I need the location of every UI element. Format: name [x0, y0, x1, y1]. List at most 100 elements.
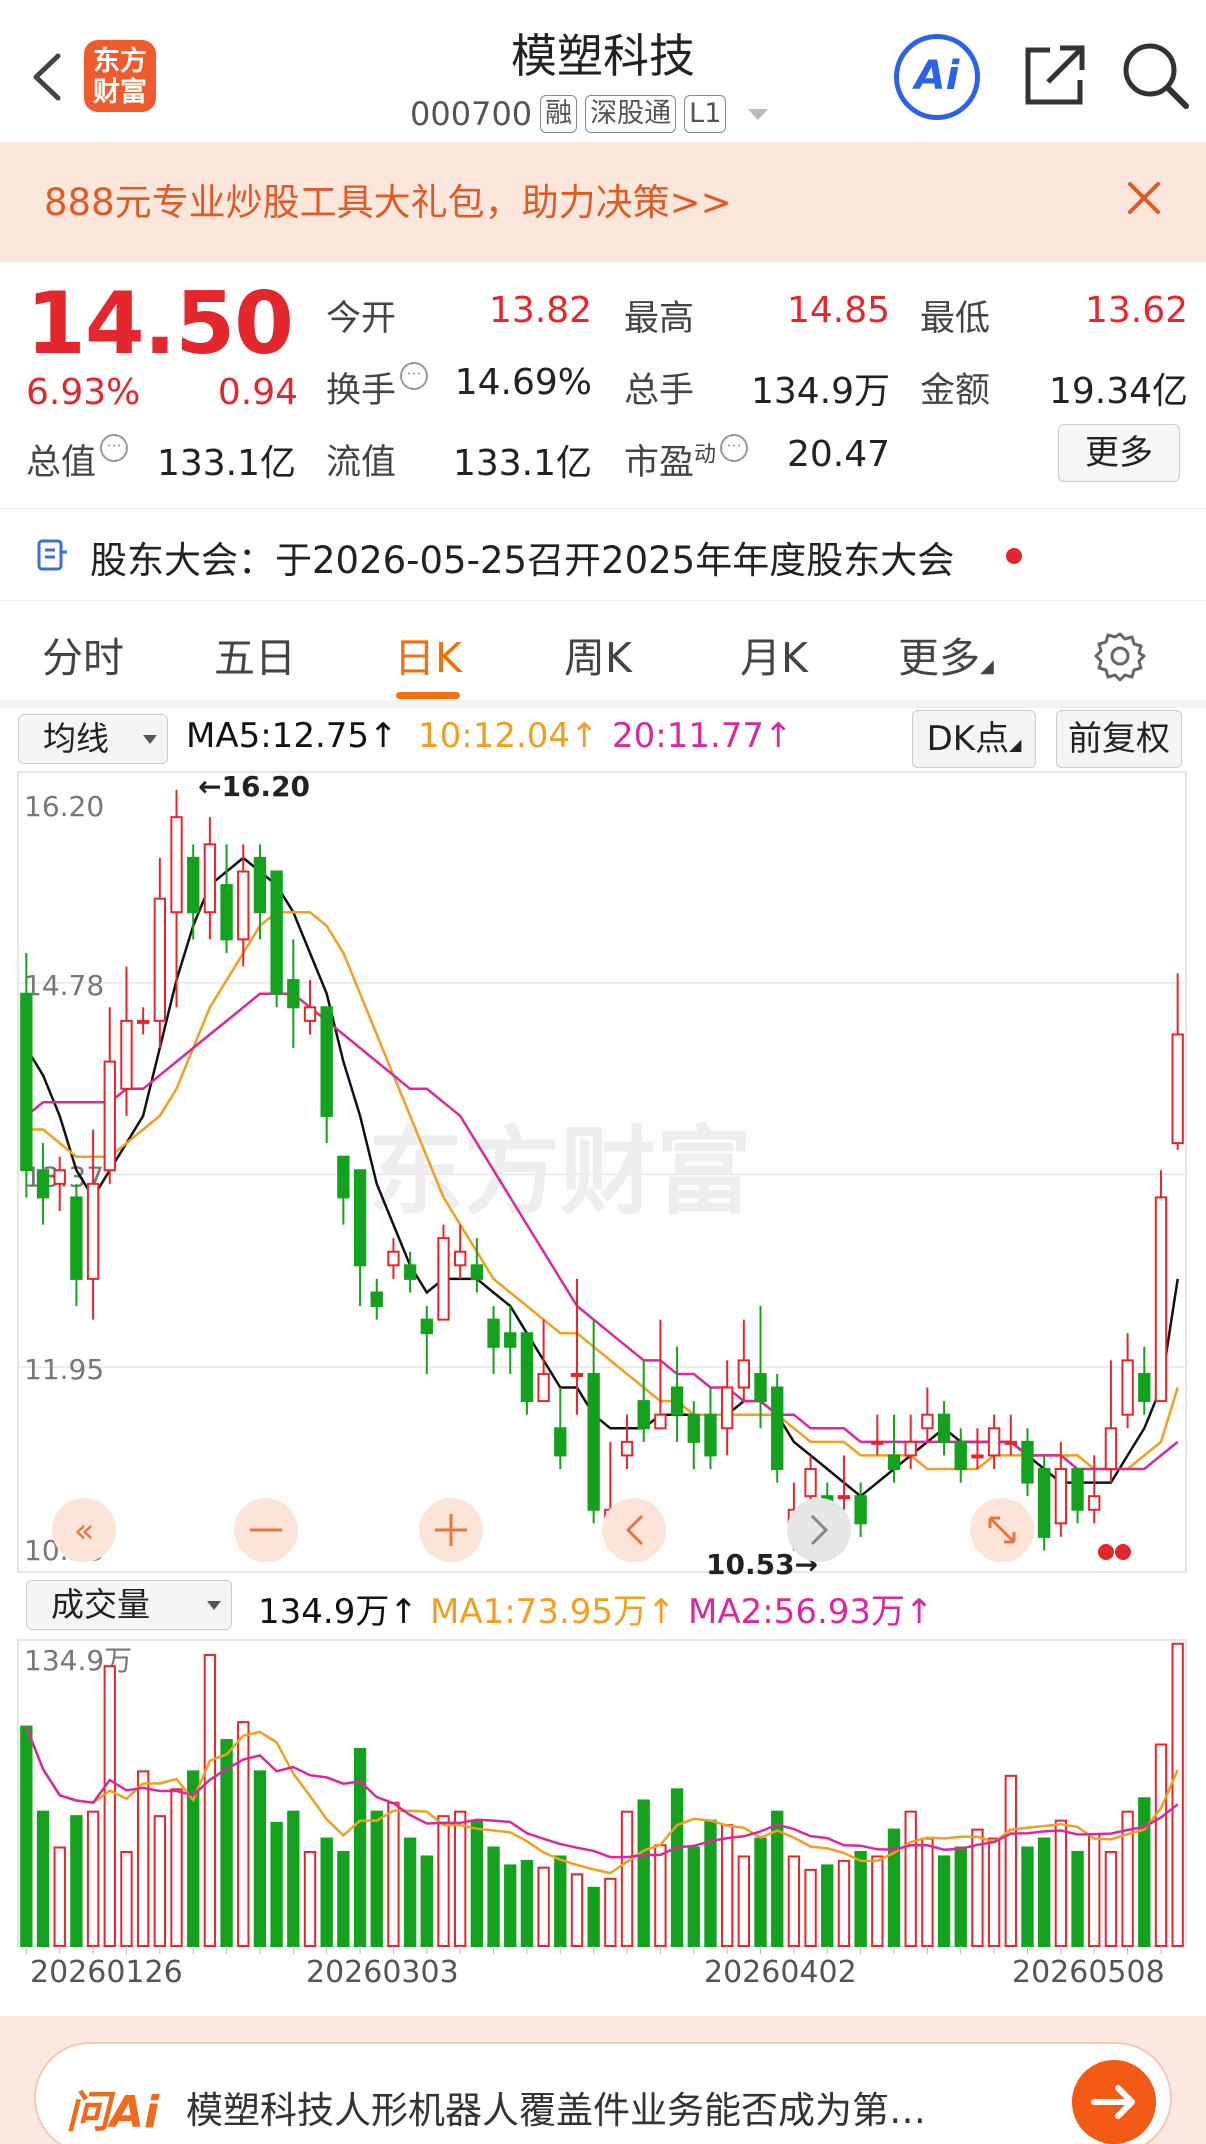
volume-bar: [754, 1837, 767, 1947]
volume-bar: [1154, 1743, 1168, 1948]
chart-controls: «: [52, 1498, 1034, 1562]
svg-text:«: «: [74, 1511, 95, 1551]
pan-left-button[interactable]: [602, 1498, 666, 1562]
volume-bar: [804, 1868, 817, 1948]
ask-ai-logo: 问Ai: [66, 2087, 160, 2138]
candle: [420, 1306, 433, 1374]
candle-body: [20, 992, 33, 1172]
candle: [654, 1319, 667, 1430]
candle-body: [1104, 1427, 1118, 1471]
volume-bar: [70, 1815, 83, 1947]
candle: [554, 1387, 567, 1470]
volume-indicator-selector[interactable]: 成交量: [26, 1580, 232, 1630]
volume-bar: [120, 1850, 133, 1948]
candle: [387, 1238, 400, 1279]
candle-body: [270, 870, 283, 995]
candle-body: [771, 1386, 784, 1471]
candle-body: [370, 1291, 383, 1308]
x-axis-label: 20260508: [1012, 1955, 1165, 1990]
volume-bar: [637, 1799, 650, 1948]
volume-bar: [86, 1810, 100, 1947]
candle-body: [687, 1413, 700, 1443]
high-price-annotation: ←16.20: [198, 770, 310, 803]
candle-body: [220, 884, 233, 941]
candle: [987, 1414, 1001, 1470]
candle-body: [287, 979, 300, 1009]
volume-bar: [987, 1837, 1001, 1947]
volume-bar: [687, 1846, 700, 1948]
candle-body: [53, 1169, 66, 1185]
candle: [670, 1346, 684, 1442]
candle-body: [971, 1454, 984, 1459]
watermark: 东方财富: [368, 1116, 752, 1228]
candle-body: [303, 1006, 317, 1022]
pan-left-fast-button[interactable]: «: [52, 1498, 116, 1562]
volume-bar: [1171, 1642, 1184, 1947]
candle-body: [1054, 1468, 1068, 1525]
candle: [153, 857, 167, 1049]
zoom-in-button[interactable]: [419, 1498, 483, 1562]
candle-body: [537, 1372, 550, 1403]
candle-body: [470, 1264, 484, 1280]
volume-y-tick: 134.9万: [24, 1644, 132, 1677]
volume-bar: [20, 1725, 33, 1948]
candle-body: [637, 1400, 650, 1430]
volume-bar: [1054, 1819, 1068, 1947]
candle-body: [937, 1413, 951, 1443]
candle: [303, 980, 317, 1035]
volume-bar: [203, 1653, 217, 1947]
candle: [136, 1007, 150, 1035]
volume-bar: [1104, 1850, 1118, 1948]
volume-bar: [136, 1770, 150, 1947]
candle: [1121, 1333, 1134, 1429]
volume-bar: [303, 1850, 317, 1948]
volume-bar: [337, 1850, 350, 1948]
candle-body: [1088, 1495, 1101, 1511]
candle-body: [554, 1427, 567, 1457]
volume-bar: [904, 1810, 917, 1947]
fullscreen-button[interactable]: [970, 1498, 1034, 1562]
volume-bar: [504, 1864, 517, 1948]
candle-body: [170, 816, 183, 914]
volume-bar: [620, 1810, 634, 1947]
volume-bar: [387, 1801, 400, 1948]
volume-ma1-value: MA1:73.95万↑: [430, 1592, 676, 1632]
volume-bar: [487, 1846, 500, 1948]
arrow-right-icon[interactable]: [1072, 2060, 1156, 2144]
volume-bar: [320, 1837, 333, 1947]
volume-bar: [787, 1855, 801, 1947]
candle: [620, 1414, 634, 1470]
volume-bar: [837, 1859, 851, 1947]
candle-body: [136, 1019, 150, 1024]
candle: [170, 790, 183, 1008]
candle-body: [570, 1372, 584, 1377]
volume-bar: [370, 1810, 383, 1947]
volume-bar: [270, 1821, 283, 1947]
volume-bar: [737, 1855, 751, 1947]
zoom-out-button[interactable]: [234, 1498, 298, 1562]
candle-body: [921, 1413, 934, 1430]
volume-bar: [1004, 1774, 1017, 1947]
volume-bar: [36, 1810, 50, 1947]
volume-ma2-value: MA2:56.93万↑: [688, 1592, 934, 1632]
candle: [203, 817, 217, 940]
y-tick-label: 14.78: [24, 969, 104, 1002]
candle: [637, 1360, 650, 1442]
candle: [270, 870, 283, 1008]
volume-bar: [103, 1665, 116, 1947]
candle: [1021, 1428, 1034, 1497]
volume-bar: [53, 1846, 66, 1948]
pan-right-button[interactable]: [787, 1498, 851, 1562]
candle: [520, 1332, 534, 1415]
volume-bar: [937, 1855, 951, 1947]
candle: [954, 1428, 967, 1483]
candle-body: [70, 1196, 83, 1280]
candle-body: [437, 1237, 450, 1321]
candle: [1154, 1170, 1168, 1403]
candle: [937, 1401, 951, 1456]
candle-body: [203, 843, 217, 914]
ask-ai-question[interactable]: 模塑科技人形机器人覆盖件业务能否成为第…: [186, 2080, 1046, 2134]
candle: [720, 1360, 734, 1456]
candle-body: [670, 1386, 684, 1416]
candlestick-chart[interactable]: 16.2014.7813.3711.9510.53 东方财富 ←16.2010.…: [0, 0, 1206, 2144]
